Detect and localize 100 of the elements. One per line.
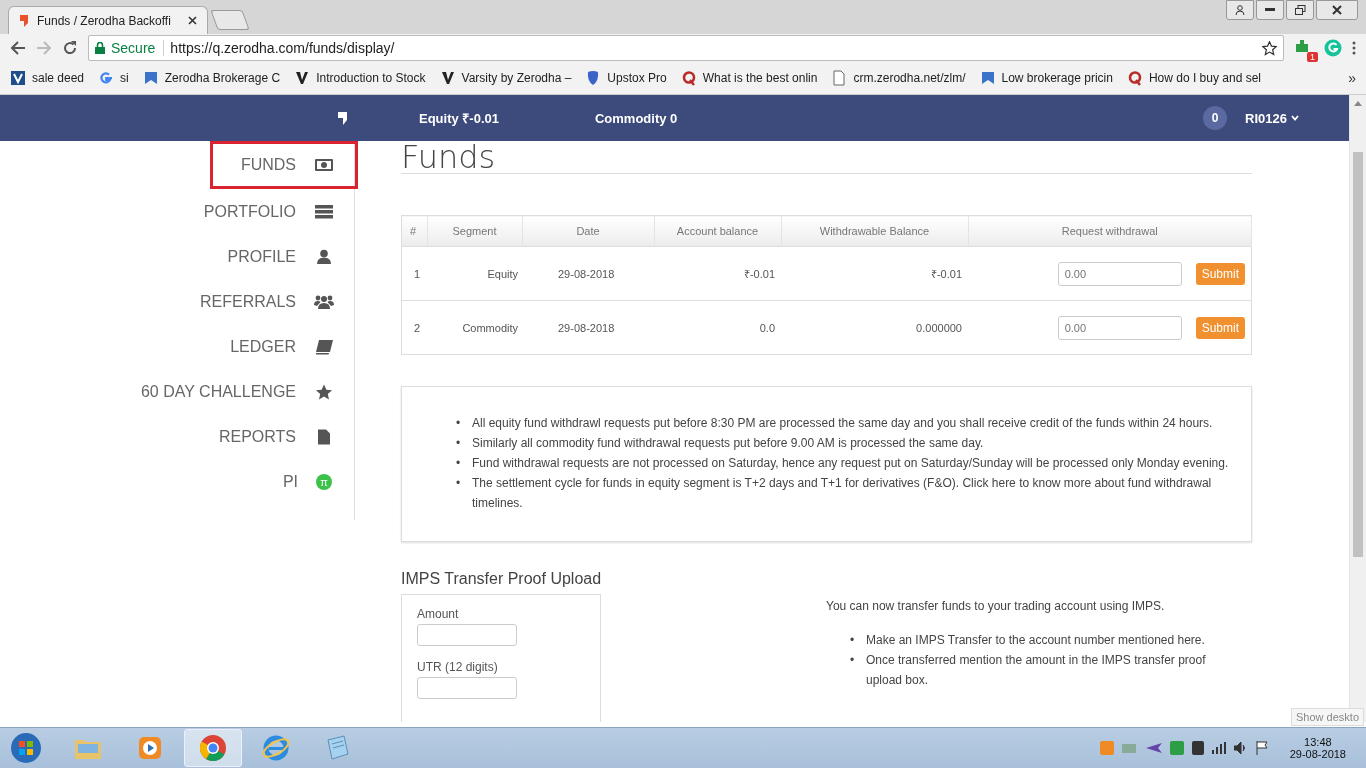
column-header: Withdrawable Balance <box>781 215 968 247</box>
scroll-up-icon[interactable] <box>1354 101 1362 106</box>
bookmark-icon <box>142 70 159 86</box>
star-icon <box>314 383 334 400</box>
bullet: • <box>850 652 856 669</box>
tooltip: Show deskto <box>1291 708 1364 726</box>
sidebar-item[interactable]: REPORTS <box>218 414 354 459</box>
tray-app-icon[interactable] <box>1169 741 1184 755</box>
minimize-button[interactable] <box>1256 0 1284 20</box>
favicon-icon <box>19 13 29 28</box>
signal-icon[interactable] <box>1211 742 1226 754</box>
table-cell: Equity <box>427 246 522 301</box>
user-icon <box>1235 5 1245 15</box>
bookmark-icon <box>831 70 848 86</box>
grammar-extension-icon[interactable] <box>1324 39 1342 57</box>
scroll-thumb[interactable] <box>1353 152 1363 557</box>
bookmark-icon <box>10 70 26 86</box>
imps-intro: You can now transfer funds to your trading account using IMPS. <box>826 598 1166 615</box>
browser-tab[interactable]: Funds / Zerodha Backoffi <box>8 6 208 34</box>
tab-title: Funds / Zerodha Backoffi <box>37 13 171 28</box>
lock-icon <box>95 42 105 54</box>
bookmark[interactable]: sale deed <box>10 70 85 86</box>
note-text: The settlement cycle for funds in equity segment is T+2 days and T+1 for derivatives (F&O). Click here to know more about fund withdrawal timelines. <box>472 475 1213 512</box>
table-cell: 29-08-2018 <box>522 300 654 355</box>
table-cell: Commodity <box>427 300 522 355</box>
taskbar-app[interactable] <box>184 729 242 767</box>
table-cell: ₹-0.01 <box>781 246 968 301</box>
field-label: UTR (12 digits) <box>417 660 499 674</box>
speaker-icon[interactable] <box>1233 742 1248 754</box>
clock[interactable]: 13:48 29-08-2018 <box>1289 736 1346 760</box>
back-icon[interactable] <box>10 40 26 56</box>
clock-time: 13:48 <box>1304 736 1332 748</box>
bookmark[interactable]: Introduction to Stock <box>294 70 426 86</box>
sidebar-item[interactable]: PORTFOLIO <box>203 189 354 234</box>
address-bar[interactable]: Secure https://q.zerodha.com/funds/display/ <box>88 35 1284 61</box>
page-title: Funds <box>401 141 1252 174</box>
money-icon <box>314 157 334 173</box>
minimize-icon <box>1265 8 1275 12</box>
user-icon <box>314 248 334 265</box>
bookmark[interactable]: Low brokerage pricin <box>979 70 1113 86</box>
caret-icon <box>1291 115 1299 121</box>
extension-badge: 1 <box>1307 52 1318 62</box>
pi-badge-icon: π <box>316 473 332 490</box>
note-text: All equity fund withdrawl requests put before 8:30 PM are processed the same day and you shall receive credit of the funds within 24 hours. <box>472 415 1213 432</box>
sidebar-item[interactable]: REFERRALS <box>199 279 354 324</box>
sidebar-item[interactable]: 60 DAY CHALLENGE <box>140 369 354 414</box>
bullet: • <box>850 632 856 649</box>
flag-icon[interactable] <box>1255 741 1268 755</box>
input-field[interactable] <box>417 677 517 699</box>
bullet: • <box>456 455 462 472</box>
close-icon <box>1332 5 1342 15</box>
reload-icon[interactable] <box>62 40 78 56</box>
tray-arrow-icon[interactable] <box>1145 741 1162 755</box>
column-header: Account balance <box>654 215 781 247</box>
column-header: Date <box>522 215 654 247</box>
bookmark-icon <box>979 70 996 86</box>
table-cell: 0.000000 <box>781 300 968 355</box>
notification-count[interactable]: 0 <box>1203 106 1228 130</box>
column-header: Request withdrawal <box>968 215 1252 247</box>
bullet: • <box>456 435 462 452</box>
user-menu[interactable]: RI0126 <box>1245 110 1299 126</box>
bookmark-icon <box>1126 70 1143 86</box>
restore-button[interactable] <box>1286 0 1314 20</box>
profile-button[interactable] <box>1226 0 1254 20</box>
sidebar-item[interactable]: PROFILE <box>227 234 354 279</box>
bookmark[interactable]: si <box>98 70 129 86</box>
commodity-balance: Commodity 0 <box>594 110 678 126</box>
new-tab-button[interactable] <box>210 10 250 30</box>
close-icon[interactable] <box>188 16 197 25</box>
bookmark-icon <box>294 70 311 86</box>
puzzle-icon <box>1294 38 1310 54</box>
note-text: Similarly all commodity fund withdrawal requests put before 9.00 AM is processed the same day. <box>472 435 984 452</box>
amount-input[interactable]: 0.00 <box>1057 261 1182 286</box>
logo-icon[interactable] <box>338 111 347 125</box>
bookmark[interactable]: Varsity by Zerodha – <box>439 70 572 86</box>
step-text: Once transferred mention the amount in the IMPS transfer proof upload box. <box>866 652 1207 689</box>
start-button[interactable] <box>10 732 42 764</box>
sidebar-item[interactable]: PI π <box>282 459 354 504</box>
field-label: Amount <box>417 607 460 621</box>
bookmark[interactable]: How do I buy and sel <box>1126 70 1261 86</box>
table-cell: ₹-0.01 <box>654 246 781 301</box>
input-field[interactable] <box>417 624 517 646</box>
column-header: # <box>401 215 427 247</box>
star-icon[interactable] <box>1262 40 1277 56</box>
more-bookmarks-button[interactable]: » <box>1348 70 1356 86</box>
bookmark[interactable]: What is the best onlin <box>680 70 818 86</box>
bullet: • <box>456 415 462 432</box>
amount-input[interactable]: 0.00 <box>1057 315 1182 340</box>
close-button[interactable] <box>1316 0 1358 20</box>
bookmark[interactable]: crm.zerodha.net/zlm/ <box>831 70 966 86</box>
menu-icon[interactable] <box>1352 41 1356 55</box>
table-cell: 2 <box>401 300 427 355</box>
bookmark[interactable]: Zerodha Brokerage C <box>142 70 281 86</box>
bookmark[interactable]: Upstox Pro <box>585 70 667 86</box>
url-text: https://q.zerodha.com/funds/display/ <box>170 40 395 56</box>
sidebar-item[interactable]: LEDGER <box>230 324 354 369</box>
bookmark-icon <box>680 70 697 86</box>
table-cell: 29-08-2018 <box>522 246 654 301</box>
sidebar-item[interactable]: FUNDS <box>210 141 358 189</box>
book-icon <box>314 338 334 355</box>
